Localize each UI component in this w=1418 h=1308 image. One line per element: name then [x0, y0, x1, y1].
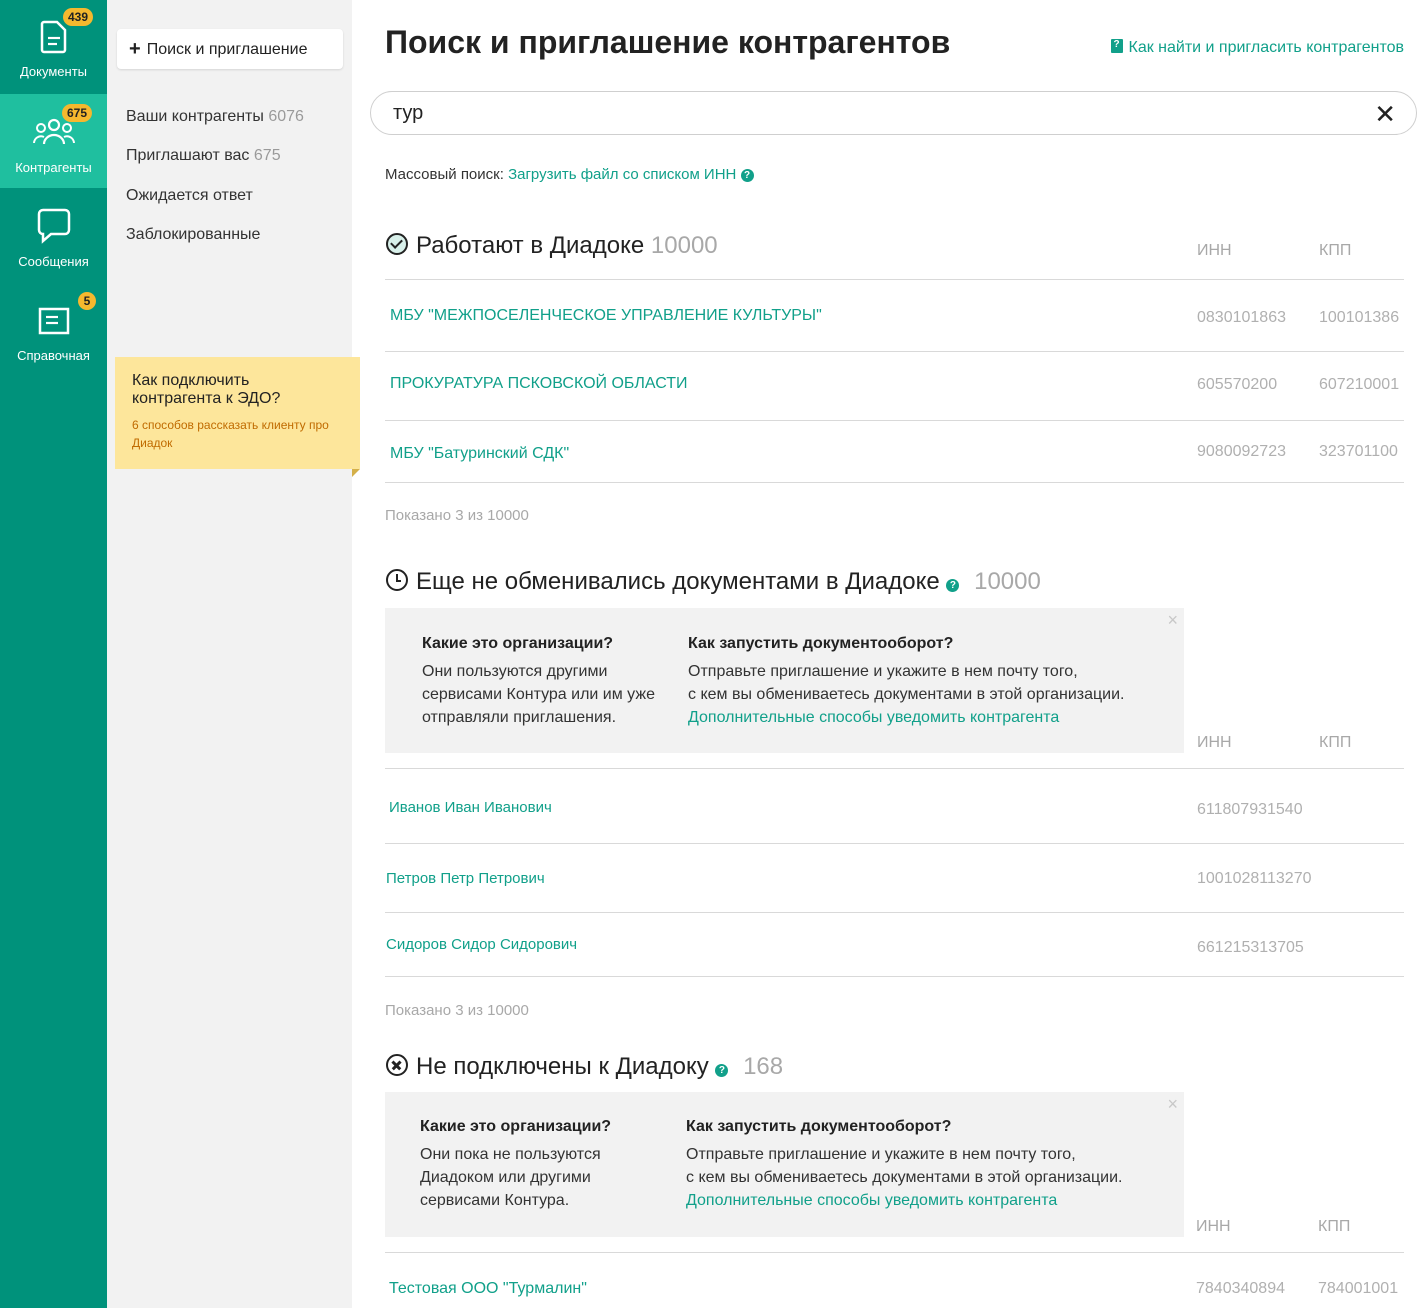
- info-answer: Отправьте приглашение и укажите в нем по…: [686, 1146, 1123, 1209]
- clear-search-icon[interactable]: ✕: [1374, 101, 1396, 127]
- counterparty-name-link[interactable]: МБУ "МЕЖПОСЕЛЕНЧЕСКОЕ УПРАВЛЕНИЕ КУЛЬТУР…: [390, 307, 822, 325]
- sidebar-item-blocked[interactable]: Заблокированные: [126, 226, 260, 244]
- sidebar-item-awaiting-reply[interactable]: Ожидается ответ: [126, 187, 253, 205]
- app-rail: 439 Документы 675 Контрагенты Сообщения …: [0, 0, 107, 1308]
- divider: [385, 279, 1404, 280]
- help-link[interactable]: Как найти и пригласить контрагентов: [1110, 39, 1404, 57]
- people-icon: [32, 118, 75, 145]
- counterparty-name-link[interactable]: ПРОКУРАТУРА ПСКОВСКОЙ ОБЛАСТИ: [390, 375, 688, 393]
- cross-circle-icon: [386, 1054, 408, 1076]
- rail-item-label: Сообщения: [18, 254, 89, 269]
- column-header-inn: ИНН: [1197, 242, 1232, 259]
- rail-item-counterparties[interactable]: 675 Контрагенты: [0, 94, 107, 188]
- notify-counterparty-link[interactable]: Дополнительные способы уведомить контраг…: [688, 709, 1059, 726]
- divider: [385, 768, 1404, 769]
- row-kpp: 100101386: [1319, 309, 1400, 326]
- counterparty-name-link[interactable]: Петров Петр Петрович: [386, 870, 545, 887]
- section-not-exchanged-title: Еще не обменивались документами в Диадок…: [386, 568, 1041, 596]
- section-not-connected-title: Не подключены к Диадоку ? 168: [386, 1053, 783, 1081]
- rail-item-label: Документы: [19, 64, 87, 79]
- chat-bubble-icon: [37, 208, 70, 244]
- column-header-kpp: КПП: [1319, 242, 1352, 259]
- plus-icon: +: [129, 38, 141, 60]
- help-icon[interactable]: ?: [740, 169, 754, 182]
- counterparties-badge: 675: [62, 104, 93, 122]
- tip-title: Как подключить контрагента к ЭДО?: [132, 372, 281, 407]
- divider: [385, 912, 1404, 913]
- book-icon: [38, 307, 69, 335]
- rail-item-documents[interactable]: 439 Документы: [0, 0, 107, 94]
- documents-badge: 439: [63, 8, 94, 26]
- info-panel: × Какие это организации? Они пользуются …: [385, 608, 1184, 753]
- row-inn: 661215313705: [1197, 939, 1304, 956]
- tip-subtitle: 6 способов рассказать клиенту про Диадок: [132, 418, 329, 450]
- info-answer: Они пользуются другими сервисами Контура…: [422, 663, 655, 726]
- column-header-kpp: КПП: [1319, 734, 1352, 751]
- search-box: ✕: [370, 91, 1417, 135]
- divider: [385, 482, 1404, 483]
- row-kpp: 784001001: [1318, 1280, 1399, 1297]
- close-icon[interactable]: ×: [1167, 610, 1178, 631]
- search-input[interactable]: [393, 98, 1353, 128]
- divider: [385, 420, 1404, 421]
- sidebar: + Поиск и приглашение Ваши контрагенты 60…: [107, 0, 352, 1308]
- row-inn: 1001028113270: [1197, 870, 1312, 887]
- clock-icon: [386, 569, 408, 591]
- help-icon[interactable]: ?: [946, 579, 960, 592]
- sidebar-item-your-counterparties[interactable]: Ваши контрагенты 6076: [126, 108, 304, 126]
- upload-inn-file-link[interactable]: Загрузить файл со списком ИНН: [508, 166, 736, 183]
- row-inn: 611807931540: [1197, 801, 1303, 818]
- rail-item-label: Контрагенты: [15, 160, 92, 175]
- tip-fold: [352, 469, 360, 477]
- counterparty-name-link[interactable]: Тестовая ООО "Турмалин": [389, 1280, 587, 1298]
- help-icon[interactable]: ?: [715, 1064, 729, 1077]
- info-answer: Они пока не пользуются Диадоком или друг…: [420, 1146, 601, 1209]
- counterparty-name-link[interactable]: МБУ "Батуринский СДК": [390, 445, 569, 463]
- rail-item-messages[interactable]: Сообщения: [0, 188, 107, 282]
- column-header-kpp: КПП: [1318, 1218, 1351, 1235]
- section-working-title: Работают в Диадоке 10000: [386, 232, 718, 260]
- shown-count: Показано 3 из 10000: [385, 507, 529, 524]
- help-book-icon: [1110, 39, 1123, 53]
- counterparty-name-link[interactable]: Иванов Иван Иванович: [389, 799, 552, 816]
- column-header-inn: ИНН: [1196, 1218, 1231, 1235]
- divider: [385, 1252, 1404, 1253]
- divider: [385, 843, 1404, 844]
- row-kpp: 323701100: [1319, 443, 1398, 460]
- row-inn: 605570200: [1197, 376, 1278, 393]
- info-question: Как запустить документооборот?: [686, 1118, 952, 1135]
- shown-count: Показано 3 из 10000: [385, 1002, 529, 1019]
- column-header-inn: ИНН: [1197, 734, 1232, 751]
- sidebar-item-invite-you[interactable]: Приглашают вас 675: [126, 147, 281, 165]
- rail-item-label: Справочная: [17, 348, 90, 363]
- search-and-invite-button[interactable]: + Поиск и приглашение: [117, 29, 343, 69]
- notify-counterparty-link[interactable]: Дополнительные способы уведомить контраг…: [686, 1192, 1057, 1209]
- page-title: Поиск и приглашение контрагентов: [385, 24, 951, 60]
- row-inn: 0830101863: [1197, 309, 1286, 326]
- info-panel: × Какие это организации? Они пока не пол…: [385, 1092, 1184, 1237]
- divider: [385, 351, 1404, 352]
- row-inn: 7840340894: [1196, 1280, 1285, 1297]
- divider: [385, 976, 1404, 977]
- info-question: Как запустить документооборот?: [688, 635, 954, 652]
- check-circle-icon: [386, 233, 408, 255]
- mass-search: Массовый поиск: Загрузить файл со списко…: [385, 166, 754, 183]
- info-answer: Отправьте приглашение и укажите в нем по…: [688, 663, 1125, 726]
- document-icon: [40, 20, 66, 54]
- close-icon[interactable]: ×: [1167, 1094, 1178, 1115]
- row-inn: 9080092723: [1197, 443, 1286, 460]
- row-kpp: 607210001: [1319, 376, 1400, 393]
- edo-tip-card[interactable]: Как подключить контрагента к ЭДО? 6 спос…: [115, 357, 360, 469]
- counterparty-name-link[interactable]: Сидоров Сидор Сидорович: [386, 936, 577, 953]
- rail-item-reference[interactable]: 5 Справочная: [0, 282, 107, 376]
- info-question: Какие это организации?: [422, 635, 614, 652]
- info-question: Какие это организации?: [420, 1118, 612, 1135]
- reference-badge: 5: [78, 292, 96, 310]
